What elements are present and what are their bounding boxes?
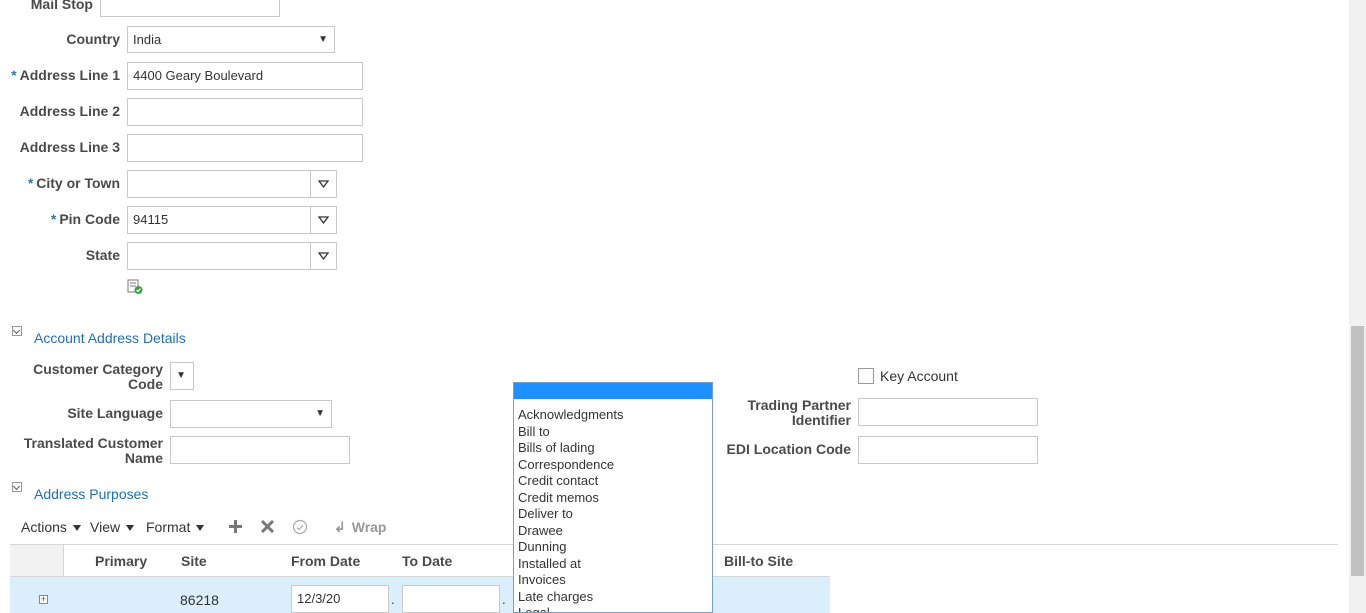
key-account-checkbox[interactable] xyxy=(858,368,874,384)
edi-location-label: EDI Location Code xyxy=(726,441,851,457)
caret-down-icon xyxy=(126,525,135,532)
pin-code-text: Pin Code xyxy=(59,211,120,227)
mail-stop-input[interactable] xyxy=(100,0,280,17)
chevron-down-icon xyxy=(318,216,329,224)
list-item[interactable]: Acknowledgments xyxy=(514,407,712,424)
wrap-icon: ↲ xyxy=(334,519,346,535)
state-combobox[interactable] xyxy=(127,242,337,270)
pin-code-label: * Pin Code xyxy=(10,212,120,227)
address-line-3-input[interactable] xyxy=(127,134,363,162)
view-label: View xyxy=(90,519,121,535)
list-item[interactable]: Installed at xyxy=(514,556,712,573)
list-item[interactable]: Bill to xyxy=(514,424,712,441)
caret-down-icon: ▼ xyxy=(318,34,328,45)
city-dropdown-button[interactable] xyxy=(310,171,336,197)
address-line-1-label: * Address Line 1 xyxy=(10,68,120,83)
list-item[interactable]: Late charges xyxy=(514,589,712,606)
wrap-button[interactable]: ↲ Wrap xyxy=(334,519,386,536)
scrollbar-thumb[interactable] xyxy=(1351,326,1364,576)
list-item[interactable]: Legal xyxy=(514,605,712,612)
save-check-icon[interactable] xyxy=(292,519,308,535)
country-value: India xyxy=(133,32,162,47)
column-header-primary[interactable]: Primary xyxy=(95,553,147,569)
account-address-details-header[interactable]: Account Address Details xyxy=(34,330,186,346)
add-icon[interactable] xyxy=(228,519,243,534)
address-line-1-input[interactable]: 4400 Geary Boulevard xyxy=(127,62,363,90)
format-label: Format xyxy=(146,519,191,535)
site-language-select[interactable]: ▼ xyxy=(170,400,332,428)
key-account-label: Key Account xyxy=(880,368,958,384)
customer-category-select[interactable]: ▼ xyxy=(170,362,194,390)
caret-down-icon xyxy=(196,525,205,532)
address-line-2-input[interactable] xyxy=(127,98,363,126)
expand-row-icon[interactable]: + xyxy=(39,595,48,604)
format-menu[interactable]: Format xyxy=(146,519,205,535)
required-icon: * xyxy=(27,175,34,191)
caret-down-icon xyxy=(72,525,81,532)
actions-label: Actions xyxy=(21,519,67,535)
list-item[interactable]: Dunning xyxy=(514,539,712,556)
caret-down-icon: ▼ xyxy=(176,370,186,381)
delete-icon[interactable] xyxy=(260,519,275,534)
site-language-label: Site Language xyxy=(67,405,163,421)
vertical-scrollbar[interactable] xyxy=(1349,0,1366,613)
translated-customer-name-input[interactable] xyxy=(170,436,350,464)
country-label: Country xyxy=(66,31,120,47)
column-header-site[interactable]: Site xyxy=(181,553,207,569)
city-text: City or Town xyxy=(36,175,120,191)
pin-code-dropdown-button[interactable] xyxy=(310,207,336,233)
address-line-1-text: Address Line 1 xyxy=(19,67,120,83)
translated-customer-name-label: Translated Customer Name xyxy=(23,435,163,466)
list-item[interactable]: Credit memos xyxy=(514,490,712,507)
to-date-input[interactable] xyxy=(402,585,500,613)
address-purposes-header[interactable]: Address Purposes xyxy=(34,486,148,502)
column-header-from-date[interactable]: From Date xyxy=(291,553,360,569)
date-separator: . xyxy=(391,592,395,607)
collapse-icon[interactable] xyxy=(12,326,22,336)
from-date-input[interactable]: 12/3/20 xyxy=(291,585,389,613)
date-separator: . xyxy=(502,592,506,607)
list-item[interactable]: Drawee xyxy=(514,523,712,540)
state-label: State xyxy=(85,247,120,263)
customer-category-label: Customer Category Code xyxy=(33,361,163,392)
required-icon: * xyxy=(50,211,57,227)
column-header-to-date[interactable]: To Date xyxy=(402,553,452,569)
verify-address-icon[interactable] xyxy=(127,279,144,295)
list-item[interactable]: Invoices xyxy=(514,572,712,589)
country-select[interactable]: India ▼ xyxy=(127,26,335,53)
purpose-dropdown-list[interactable]: Acknowledgments Bill to Bills of lading … xyxy=(513,382,713,613)
mail-stop-label: Mail Stop xyxy=(30,0,93,12)
state-dropdown-button[interactable] xyxy=(310,243,336,269)
caret-down-icon: ▼ xyxy=(315,408,325,419)
list-item[interactable]: Correspondence xyxy=(514,457,712,474)
column-header-bill-to-site[interactable]: Bill-to Site xyxy=(724,553,793,569)
chevron-down-icon xyxy=(318,180,329,188)
site-cell: 86218 xyxy=(180,592,219,608)
pin-code-value: 94115 xyxy=(133,212,169,227)
address-line-3-label: Address Line 3 xyxy=(19,139,120,155)
wrap-label: Wrap xyxy=(351,519,387,535)
address-line-2-label: Address Line 2 xyxy=(19,103,120,119)
trading-partner-label: Trading Partner Identifier xyxy=(747,397,851,428)
city-label: * City or Town xyxy=(10,176,120,191)
collapse-icon[interactable] xyxy=(12,482,22,492)
city-combobox[interactable] xyxy=(127,170,337,198)
list-item[interactable]: Deliver to xyxy=(514,506,712,523)
list-item[interactable]: Bills of lading xyxy=(514,440,712,457)
required-icon: * xyxy=(11,67,17,83)
actions-menu[interactable]: Actions xyxy=(21,519,81,535)
list-item-selected-blank[interactable] xyxy=(514,383,712,399)
edi-location-input[interactable] xyxy=(858,436,1038,464)
trading-partner-input[interactable] xyxy=(858,398,1038,426)
chevron-down-icon xyxy=(318,252,329,260)
view-menu[interactable]: View xyxy=(90,519,135,535)
pin-code-combobox[interactable]: 94115 xyxy=(127,206,337,234)
list-item[interactable]: Credit contact xyxy=(514,473,712,490)
